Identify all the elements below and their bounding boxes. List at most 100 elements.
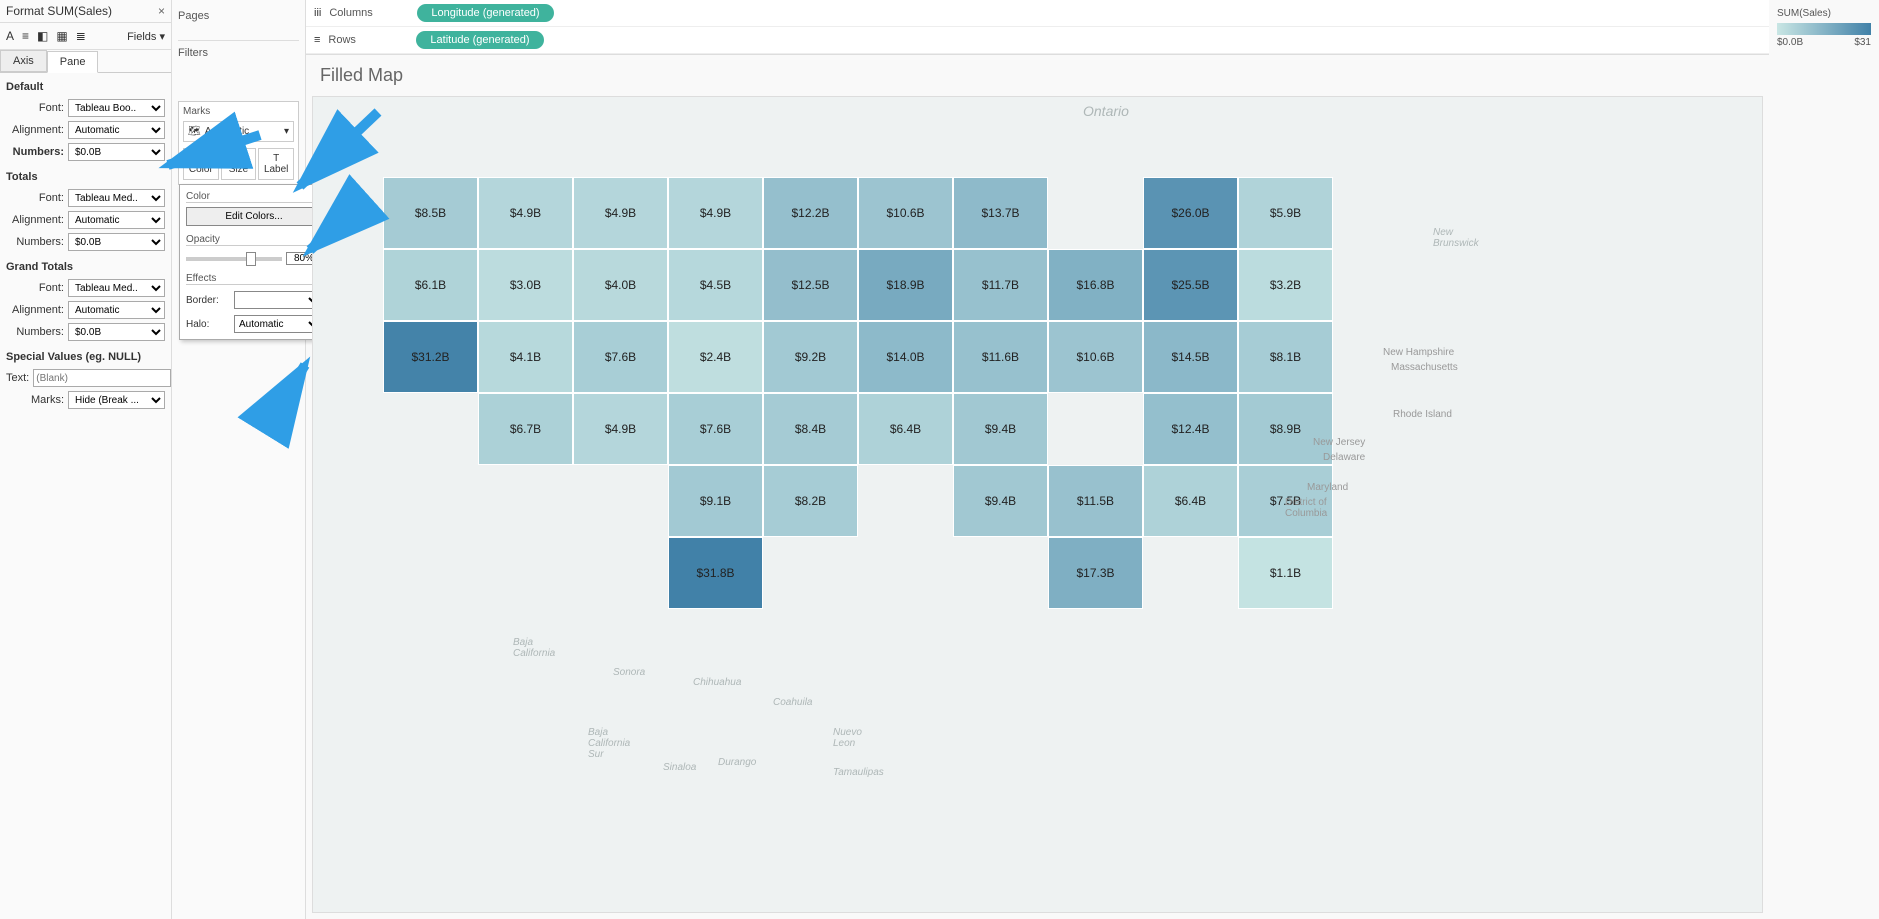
halo-select[interactable]: Automatic	[234, 315, 322, 333]
state-mi[interactable]: $13.7B	[953, 177, 1048, 249]
special-marks-select[interactable]: Hide (Break ...	[68, 391, 165, 409]
tab-axis[interactable]: Axis	[0, 50, 47, 72]
state-sd[interactable]: $4.5B	[668, 249, 763, 321]
state-nd[interactable]: $4.9B	[668, 177, 763, 249]
totals-numbers-select[interactable]: $0.0B	[68, 233, 165, 251]
state-ky[interactable]: $11.6B	[953, 321, 1048, 393]
grand-align-select[interactable]: Automatic	[68, 301, 165, 319]
state-mo2[interactable]: $14.0B	[858, 321, 953, 393]
state-vt[interactable]: $3.2B	[1238, 249, 1333, 321]
state-va[interactable]: $14.5B	[1143, 321, 1238, 393]
section-grand: Grand Totals	[0, 253, 171, 277]
rows-pill[interactable]: Latitude (generated)	[416, 31, 543, 49]
align-icon[interactable]: ≡	[22, 29, 29, 43]
state-ct[interactable]: $8.9B	[1238, 393, 1333, 465]
state-al[interactable]: $9.4B	[953, 465, 1048, 537]
state-ia[interactable]: $12.5B	[763, 249, 858, 321]
columns-icon: iii	[314, 7, 321, 19]
chevron-down-icon: ▾	[284, 126, 289, 137]
state-oh[interactable]: $16.8B	[1048, 249, 1143, 321]
columns-label: Columns	[329, 7, 409, 19]
viz-title: Filled Map	[306, 55, 1769, 96]
state-sc[interactable]: $6.4B	[1143, 465, 1238, 537]
borders-icon[interactable]: ▦	[56, 29, 67, 43]
state-wi[interactable]: $10.6B	[858, 177, 953, 249]
state-wv[interactable]: $10.6B	[1048, 321, 1143, 393]
lines-icon[interactable]: ≣	[76, 29, 86, 43]
legend-gradient	[1777, 23, 1871, 35]
tab-pane[interactable]: Pane	[47, 51, 99, 73]
marks-label-button[interactable]: T Label	[258, 148, 294, 180]
size-icon: ◯	[224, 153, 254, 164]
map-icon: 🗺	[188, 126, 201, 137]
state-ny[interactable]: $26.0B	[1143, 177, 1238, 249]
format-title: Format SUM(Sales)	[6, 4, 112, 18]
state-ok[interactable]: $9.1B	[668, 465, 763, 537]
state-wa[interactable]: $8.5B	[383, 177, 478, 249]
state-in[interactable]: $11.7B	[953, 249, 1048, 321]
state-md[interactable]: $1.1B	[1238, 537, 1333, 609]
state-fl[interactable]: $17.3B	[1048, 537, 1143, 609]
state-co[interactable]: $7.6B	[573, 321, 668, 393]
marks-color-button[interactable]: ⬤⬤ Color	[183, 148, 219, 180]
state-id[interactable]: $4.9B	[478, 177, 573, 249]
totals-font-select[interactable]: Tableau Med..	[68, 189, 165, 207]
state-il[interactable]: $18.9B	[858, 249, 953, 321]
marks-size-button[interactable]: ◯ Size	[221, 148, 257, 180]
state-me[interactable]: $5.9B	[1238, 177, 1333, 249]
format-pane: Format SUM(Sales) × A ≡ ◧ ▦ ≣ Fields ▾ A…	[0, 0, 172, 919]
state-la[interactable]: $8.2B	[763, 465, 858, 537]
state-ne[interactable]: $2.4B	[668, 321, 763, 393]
color-icon: ⬤⬤	[186, 153, 216, 164]
rows-label: Rows	[328, 34, 408, 46]
rows-icon: ≡	[314, 34, 320, 46]
columns-pill[interactable]: Longitude (generated)	[417, 4, 553, 22]
state-mt[interactable]: $4.9B	[573, 177, 668, 249]
filters-shelf[interactable]: Filters	[178, 40, 299, 77]
section-default: Default	[0, 73, 171, 97]
special-text-input[interactable]	[33, 369, 171, 387]
state-ms[interactable]: $6.4B	[858, 393, 953, 465]
state-pa[interactable]: $25.5B	[1143, 249, 1238, 321]
border-select[interactable]	[234, 291, 322, 309]
state-ca[interactable]: $31.2B	[383, 321, 478, 393]
grand-numbers-select[interactable]: $0.0B	[68, 323, 165, 341]
state-wy[interactable]: $4.0B	[573, 249, 668, 321]
grand-font-select[interactable]: Tableau Med..	[68, 279, 165, 297]
pages-shelf[interactable]: Pages	[178, 4, 299, 40]
state-ga[interactable]: $11.5B	[1048, 465, 1143, 537]
state-nm[interactable]: $4.9B	[573, 393, 668, 465]
marks-card: Marks 🗺 Automatic ▾ ⬤⬤ Color ◯ Size T La…	[178, 101, 299, 185]
close-icon[interactable]: ×	[158, 4, 165, 18]
fields-dropdown[interactable]: Fields ▾	[127, 30, 165, 43]
state-tn[interactable]: $9.4B	[953, 393, 1048, 465]
state-nv[interactable]: $3.0B	[478, 249, 573, 321]
state-mn[interactable]: $12.2B	[763, 177, 858, 249]
state-mo[interactable]: $9.2B	[763, 321, 858, 393]
marks-color-panel: Color Edit Colors... Opacity Effects Bor…	[179, 184, 329, 340]
color-legend[interactable]: SUM(Sales) $0.0B $31	[1769, 0, 1879, 919]
label-icon: T	[261, 153, 291, 164]
opacity-slider[interactable]	[186, 257, 282, 261]
state-or[interactable]: $6.1B	[383, 249, 478, 321]
state-ks[interactable]: $7.6B	[668, 393, 763, 465]
state-ut[interactable]: $4.1B	[478, 321, 573, 393]
marks-type-select[interactable]: 🗺 Automatic ▾	[183, 121, 294, 142]
shelf-column: Pages Filters Marks 🗺 Automatic ▾ ⬤⬤ Col…	[172, 0, 306, 919]
state-ar[interactable]: $8.4B	[763, 393, 858, 465]
state-tx[interactable]: $31.8B	[668, 537, 763, 609]
section-totals: Totals	[0, 163, 171, 187]
map-viz[interactable]: Ontario United States Baja California So…	[312, 96, 1763, 913]
default-numbers-select[interactable]: $0.0B	[68, 143, 165, 161]
legend-title: SUM(Sales)	[1777, 8, 1871, 19]
ontario-label: Ontario	[1083, 103, 1129, 119]
totals-align-select[interactable]: Automatic	[68, 211, 165, 229]
shading-icon[interactable]: ◧	[37, 29, 48, 43]
state-nc[interactable]: $12.4B	[1143, 393, 1238, 465]
edit-colors-button[interactable]: Edit Colors...	[186, 207, 322, 226]
default-align-select[interactable]: Automatic	[68, 121, 165, 139]
font-icon[interactable]: A	[6, 29, 14, 43]
state-nh[interactable]: $8.1B	[1238, 321, 1333, 393]
default-font-select[interactable]: Tableau Boo..	[68, 99, 165, 117]
state-az[interactable]: $6.7B	[478, 393, 573, 465]
